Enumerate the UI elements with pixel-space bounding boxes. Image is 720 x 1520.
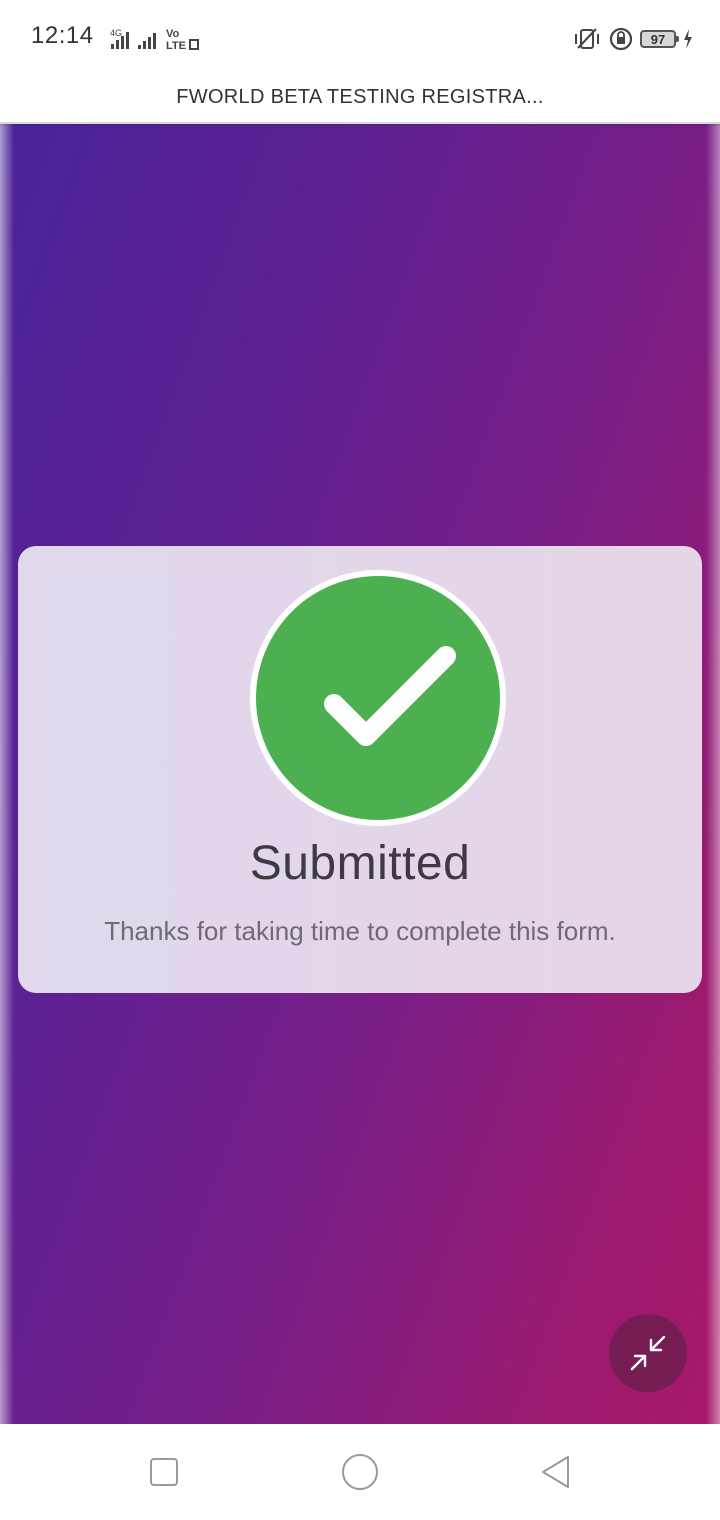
page-title: FWORLD BETA TESTING REGISTRA... (0, 70, 720, 124)
recent-apps-icon (150, 1458, 178, 1486)
status-bar: 12:14 4G Vo LTE 97 (0, 0, 720, 70)
battery-level: 97 (650, 31, 666, 47)
svg-text:Vo: Vo (166, 28, 180, 40)
recent-apps-button[interactable] (144, 1452, 184, 1492)
svg-text:4G: 4G (110, 28, 122, 38)
status-icons: 97 (572, 24, 694, 54)
confirmation-heading: Submitted (249, 837, 471, 890)
status-time: 12:14 (31, 22, 94, 49)
back-icon (542, 1456, 569, 1488)
signal-bars-icon: 4G Vo LTE (110, 28, 199, 52)
vibrate-icon (575, 28, 599, 49)
confirmation-message: Thanks for taking time to complete this … (104, 916, 616, 946)
rotation-lock-icon (609, 27, 633, 51)
title-divider (0, 122, 720, 128)
success-badge (250, 570, 506, 826)
home-icon (342, 1454, 378, 1490)
home-button[interactable] (340, 1452, 380, 1492)
checkmark-icon (324, 646, 456, 746)
minimize-button[interactable] (609, 1314, 687, 1392)
charging-icon (684, 29, 692, 49)
back-button[interactable] (536, 1452, 576, 1492)
navigation-bar (0, 1424, 720, 1520)
confirmation-card: Submitted Thanks for taking time to comp… (18, 546, 702, 993)
battery-icon: 97 (640, 30, 679, 48)
svg-text:LTE: LTE (166, 40, 186, 52)
form-background: Submitted Thanks for taking time to comp… (0, 124, 720, 1424)
minimize-arrows-icon (630, 1335, 666, 1371)
